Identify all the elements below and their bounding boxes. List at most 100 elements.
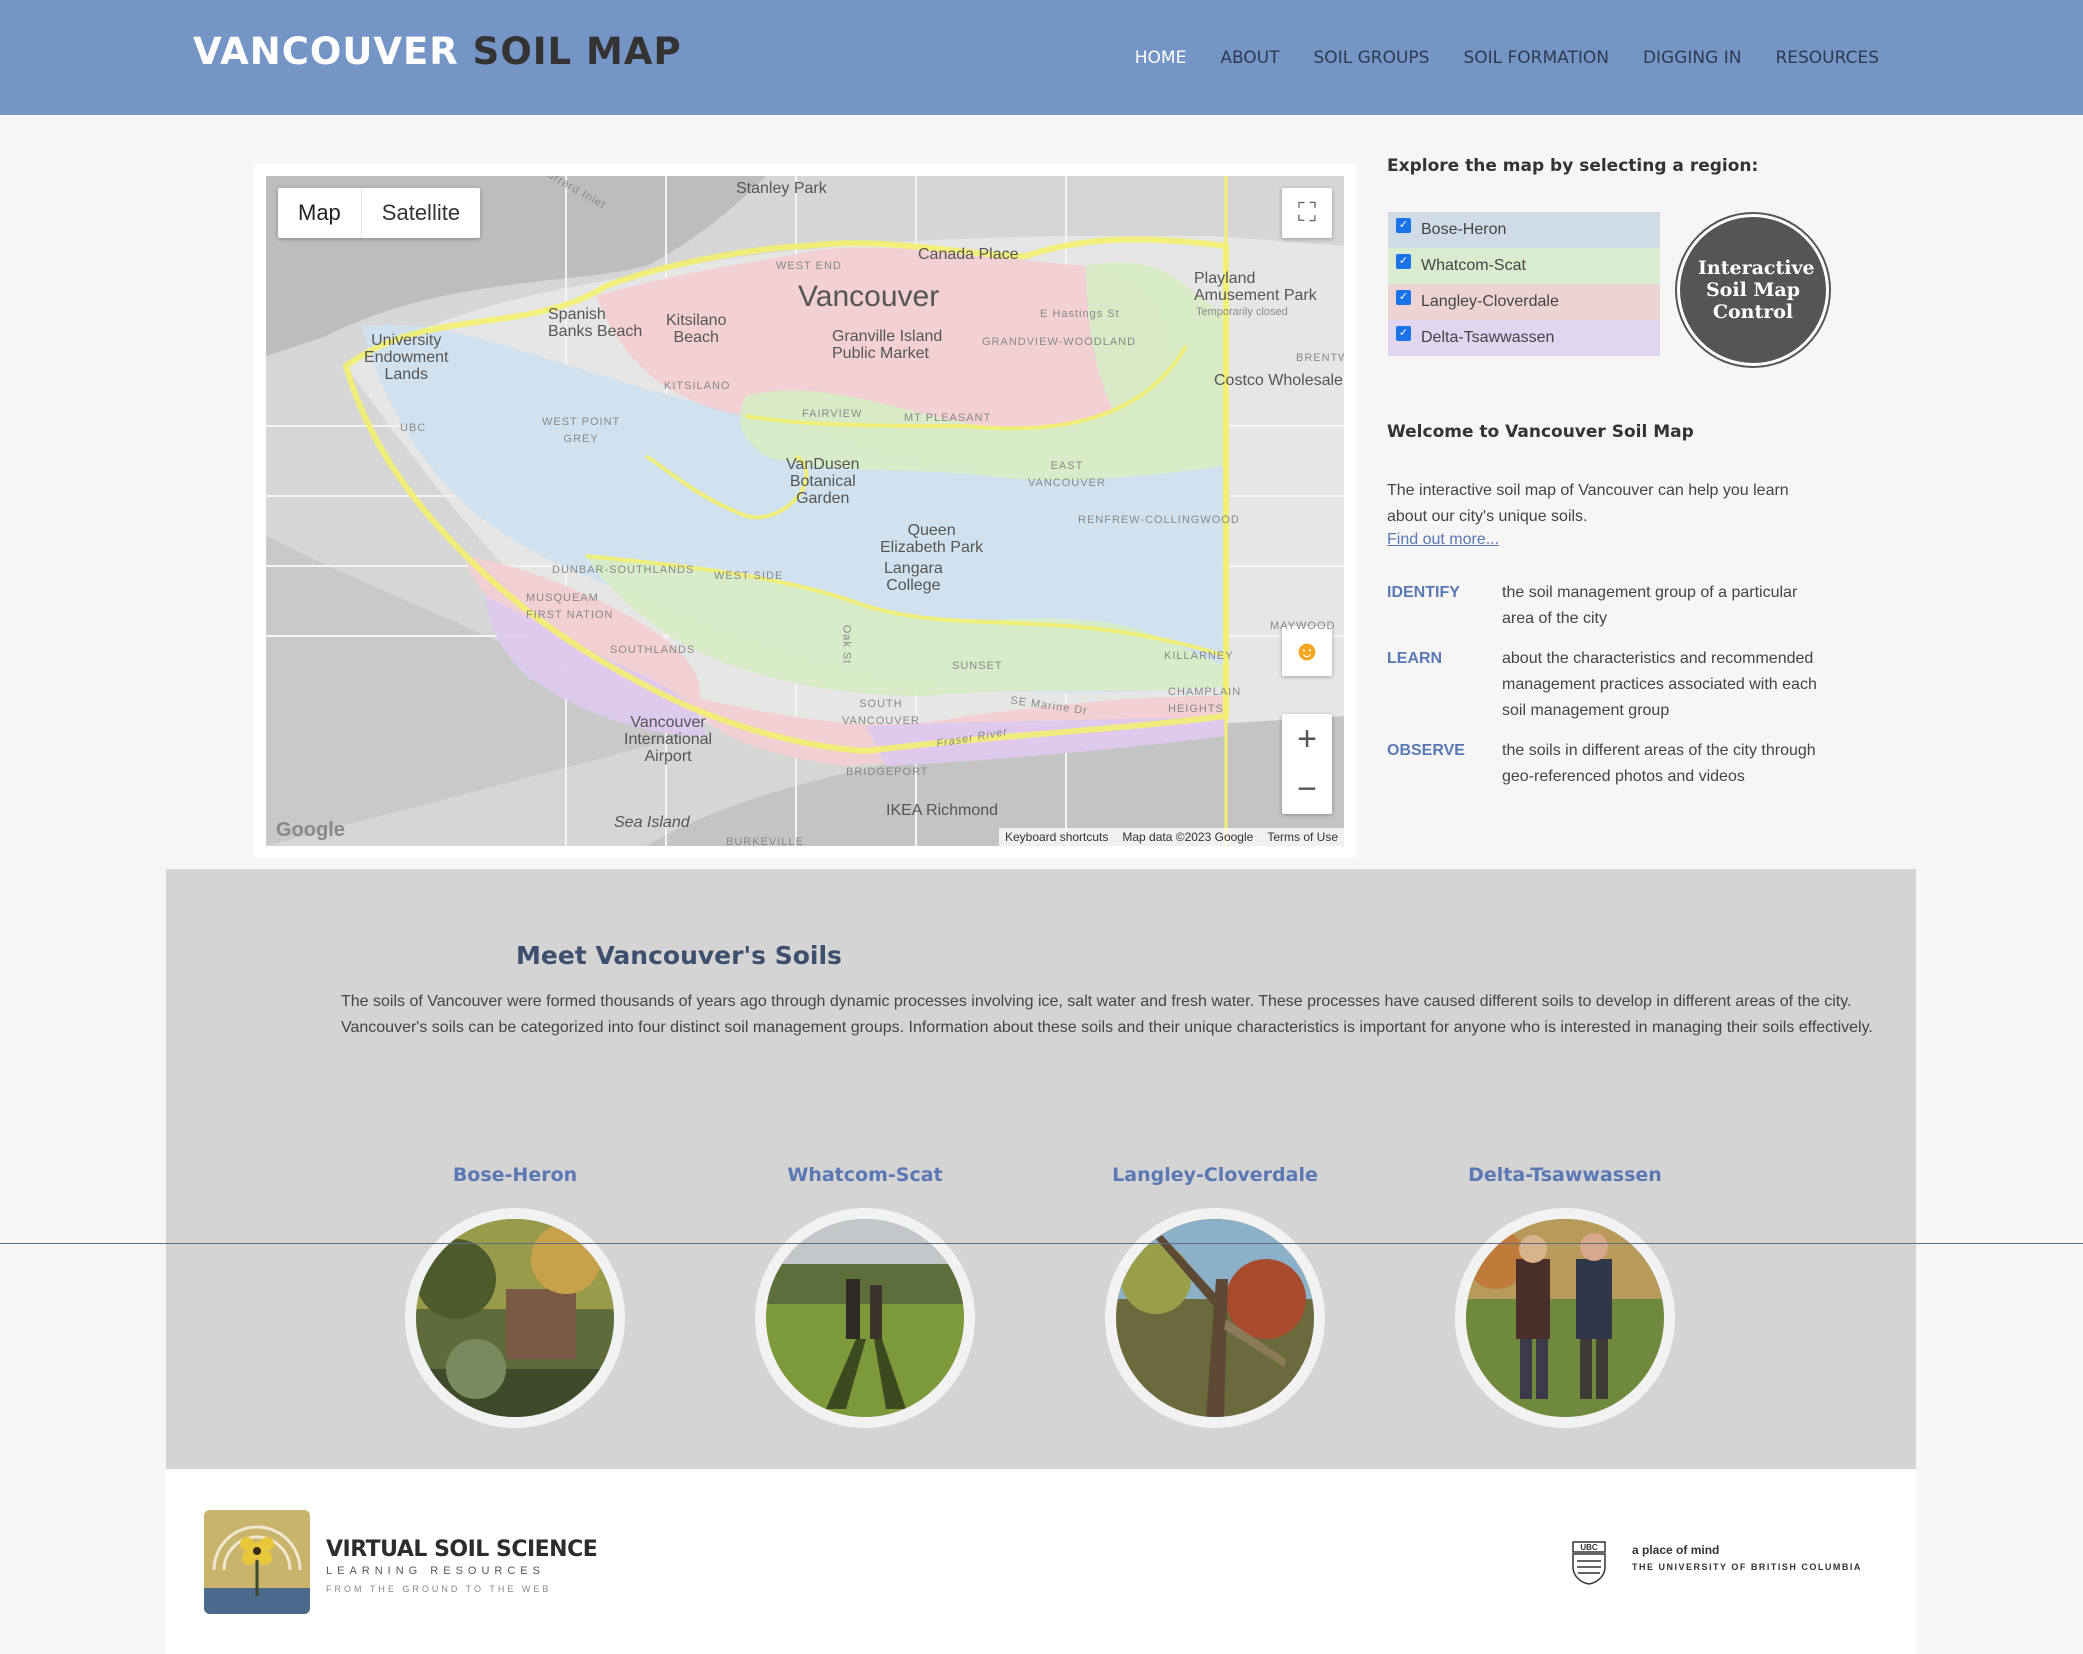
virtual-soil-science-logo[interactable] (204, 1510, 310, 1614)
zoom-out-button[interactable]: − (1282, 764, 1332, 814)
nav-soil-formation[interactable]: SOIL FORMATION (1463, 48, 1609, 68)
logo-soil-map: SOIL MAP (472, 30, 682, 73)
soils-title: Meet Vancouver's Soils (516, 941, 842, 970)
control-label: Interactive Soil Map Control (1698, 257, 1815, 323)
label-dunbar: DUNBAR-SOUTHLANDS (552, 564, 695, 576)
label-ubc: UBC (400, 422, 427, 434)
label-granville-island: Granville Island Public Market (832, 328, 943, 362)
feature-value: the soil management group of a particula… (1502, 584, 1798, 627)
region-checkbox[interactable]: ✓ (1396, 217, 1411, 233)
ubc-crest[interactable]: UBC (1572, 1541, 1606, 1585)
site-logo[interactable]: VANCOUVER SOIL MAP (193, 30, 682, 73)
feature-key: LEARN (1387, 650, 1443, 667)
label-e-hastings: E Hastings St (1040, 308, 1120, 320)
fullscreen-button[interactable]: ⛶ (1282, 188, 1332, 238)
vss-tagline: FROM THE GROUND TO THE WEB (326, 1584, 552, 1594)
soil-photo-delta-tsawwassen[interactable] (1455, 1208, 1675, 1428)
region-delta-tsawwassen[interactable]: ✓ Delta-Tsawwassen (1388, 320, 1660, 356)
map-canvas (266, 176, 1344, 846)
label-bridgeport: BRIDGEPORT (846, 766, 929, 778)
label-canada-place: Canada Place (918, 246, 1019, 263)
label-airport: Vancouver International Airport (624, 714, 713, 765)
feature-key: OBSERVE (1387, 742, 1465, 759)
soil-card-title[interactable]: Delta-Tsawwassen (1455, 1164, 1675, 1186)
label-sea-island: Sea Island (614, 814, 690, 831)
soil-photo-whatcom-scat[interactable] (755, 1208, 975, 1428)
nav-digging-in[interactable]: DIGGING IN (1643, 48, 1742, 68)
label-oak-st: Oak St (840, 624, 853, 665)
label-musqueam: MUSQUEAM FIRST NATION (526, 592, 614, 621)
nav-about[interactable]: ABOUT (1220, 48, 1279, 68)
region-label: Langley-Cloverdale (1421, 293, 1559, 310)
photo-image (1116, 1219, 1314, 1417)
soil-card-title[interactable]: Whatcom-Scat (755, 1164, 975, 1186)
region-checkbox[interactable]: ✓ (1396, 325, 1411, 341)
welcome-title: Welcome to Vancouver Soil Map (1387, 422, 1694, 442)
ubc-name: THE UNIVERSITY OF BRITISH COLUMBIA (1632, 1562, 1862, 1572)
label-south-vancouver: SOUTH VANCOUVER (842, 698, 920, 727)
feature-observe: OBSERVE the soils in different areas of … (1387, 738, 1827, 790)
map-data-credit: Map data ©2023 Google (1122, 830, 1254, 844)
soil-card-title[interactable]: Langley-Cloverdale (1105, 1164, 1325, 1186)
soil-card-delta-tsawwassen[interactable]: Delta-Tsawwassen (1455, 1164, 1675, 1428)
region-label: Whatcom-Scat (1421, 257, 1526, 274)
label-university-lands: University Endowment Lands (364, 332, 449, 383)
map-type-satellite-button[interactable]: Satellite (362, 188, 480, 238)
photo-image (766, 1219, 964, 1417)
soils-intro-text: The soils of Vancouver were formed thous… (341, 993, 1873, 1036)
soil-photo-langley-cloverdale[interactable] (1105, 1208, 1325, 1428)
map-frame: Map Satellite ⛶ ☻ + − Stanley Park Canad… (254, 164, 1356, 858)
label-mt-pleasant: MT PLEASANT (904, 412, 992, 424)
label-west-point-grey: WEST POINT GREY (542, 416, 621, 445)
label-west-side: WEST SIDE (714, 570, 784, 582)
find-out-more-link[interactable]: Find out more... (1387, 531, 1499, 549)
region-langley-cloverdale[interactable]: ✓ Langley-Cloverdale (1388, 284, 1660, 320)
label-killarney: KILLARNEY (1164, 650, 1234, 662)
welcome-text: The interactive soil map of Vancouver ca… (1387, 482, 1789, 525)
label-maywood: MAYWOOD (1270, 620, 1336, 632)
region-checkbox[interactable]: ✓ (1396, 253, 1411, 269)
label-southlands: SOUTHLANDS (610, 644, 696, 656)
zoom-in-button[interactable]: + (1282, 714, 1332, 764)
region-whatcom-scat[interactable]: ✓ Whatcom-Scat (1388, 248, 1660, 284)
explore-title: Explore the map by selecting a region: (1387, 156, 1759, 176)
region-bose-heron[interactable]: ✓ Bose-Heron (1388, 212, 1660, 248)
feature-identify: IDENTIFY the soil management group of a … (1387, 580, 1827, 632)
nav-soil-groups[interactable]: SOIL GROUPS (1314, 48, 1430, 68)
label-stanley-park: Stanley Park (736, 180, 827, 197)
label-grandview: GRANDVIEW-WOODLAND (982, 336, 1137, 348)
soil-card-title[interactable]: Bose-Heron (405, 1164, 625, 1186)
map-type-map-button[interactable]: Map (278, 188, 362, 238)
label-spanish-banks: Spanish Banks Beach (548, 306, 643, 340)
google-map[interactable]: Map Satellite ⛶ ☻ + − Stanley Park Canad… (266, 176, 1344, 846)
region-label: Bose-Heron (1421, 221, 1507, 238)
soil-photo-bose-heron[interactable] (405, 1208, 625, 1428)
logo-vancouver: VANCOUVER (193, 30, 459, 73)
terms-of-use-link[interactable]: Terms of Use (1267, 830, 1338, 844)
fullscreen-icon: ⛶ (1297, 197, 1317, 227)
meet-soils-section: Meet Vancouver's Soils The soils of Vanc… (166, 869, 1916, 1469)
keyboard-shortcuts-link[interactable]: Keyboard shortcuts (1005, 830, 1108, 844)
region-label: Delta-Tsawwassen (1421, 329, 1555, 346)
feature-list: IDENTIFY the soil management group of a … (1387, 580, 1827, 804)
label-vancouver: Vancouver (798, 280, 940, 313)
label-playland-note: Temporarily closed (1196, 306, 1288, 318)
google-logo: Google (276, 819, 345, 841)
label-renfrew: RENFREW-COLLINGWOOD (1078, 514, 1240, 526)
label-fairview: FAIRVIEW (802, 408, 863, 420)
soil-card-langley-cloverdale[interactable]: Langley-Cloverdale (1105, 1164, 1325, 1428)
site-header: VANCOUVER SOIL MAP HOME ABOUT SOIL GROUP… (0, 0, 2083, 115)
region-checkbox[interactable]: ✓ (1396, 289, 1411, 305)
nav-resources[interactable]: RESOURCES (1775, 48, 1879, 68)
soil-card-bose-heron[interactable]: Bose-Heron (405, 1164, 625, 1428)
label-burkeville: BURKEVILLE (726, 836, 804, 846)
label-kitsilano: KITSILANO (664, 380, 731, 392)
label-queen-elizabeth-park: Queen Elizabeth Park (880, 522, 984, 556)
nav-home[interactable]: HOME (1135, 48, 1187, 68)
label-langara: Langara College (884, 560, 943, 594)
feature-value: the soils in different areas of the city… (1502, 742, 1816, 785)
vss-subtitle: LEARNING RESOURCES (326, 1565, 545, 1577)
soil-card-whatcom-scat[interactable]: Whatcom-Scat (755, 1164, 975, 1428)
label-brentwood: BRENTW (1296, 352, 1344, 364)
interactive-soil-map-control-button[interactable]: Interactive Soil Map Control (1677, 214, 1829, 366)
